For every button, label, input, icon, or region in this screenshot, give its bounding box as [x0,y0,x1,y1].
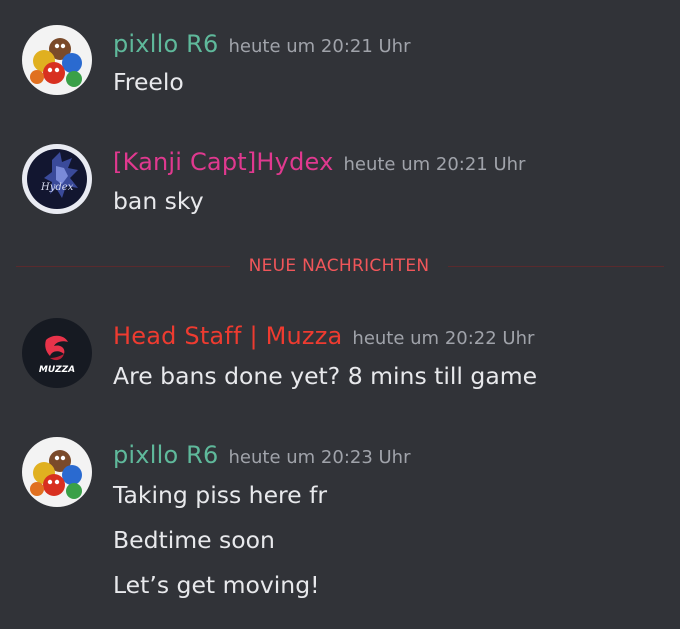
author-name[interactable]: Head Staff | Muzza [113,322,342,350]
user-avatar[interactable] [22,437,92,507]
mms-candy-avatar-icon [22,437,92,507]
message-header: [Kanji Capt]Hydex heute um 20:21 Uhr [113,148,525,176]
wolf-hydex-avatar-icon: Hydex [22,144,92,214]
message-header: Head Staff | Muzza heute um 20:22 Uhr [113,322,534,350]
mms-candy-avatar-icon [22,25,92,95]
user-avatar[interactable]: Hydex [22,144,92,214]
author-name[interactable]: [Kanji Capt]Hydex [113,148,333,176]
message-text: Freelo [113,68,184,96]
svg-text:Hydex: Hydex [40,182,74,193]
timestamp: heute um 20:21 Uhr [343,154,526,175]
author-name[interactable]: pixllo R6 [113,441,219,469]
svg-text:MUZZA: MUZZA [39,365,75,375]
message-text: Let’s get moving! [113,571,320,599]
new-messages-label: NEUE NACHRICHTEN [230,256,448,276]
user-avatar[interactable] [22,25,92,95]
message-text: Bedtime soon [113,526,275,554]
user-avatar[interactable]: MUZZA [22,318,92,388]
message-text: Are bans done yet? 8 mins till game [113,362,538,390]
timestamp: heute um 20:23 Uhr [228,447,411,468]
muzza-dragon-avatar-icon: MUZZA [22,318,92,388]
message-header: pixllo R6 heute um 20:23 Uhr [113,441,411,469]
message-text: Taking piss here fr [113,481,328,509]
message-text: ban sky [113,187,204,215]
message-header: pixllo R6 heute um 20:21 Uhr [113,30,411,58]
timestamp: heute um 20:22 Uhr [352,328,535,349]
timestamp: heute um 20:21 Uhr [228,36,411,57]
author-name[interactable]: pixllo R6 [113,30,219,58]
